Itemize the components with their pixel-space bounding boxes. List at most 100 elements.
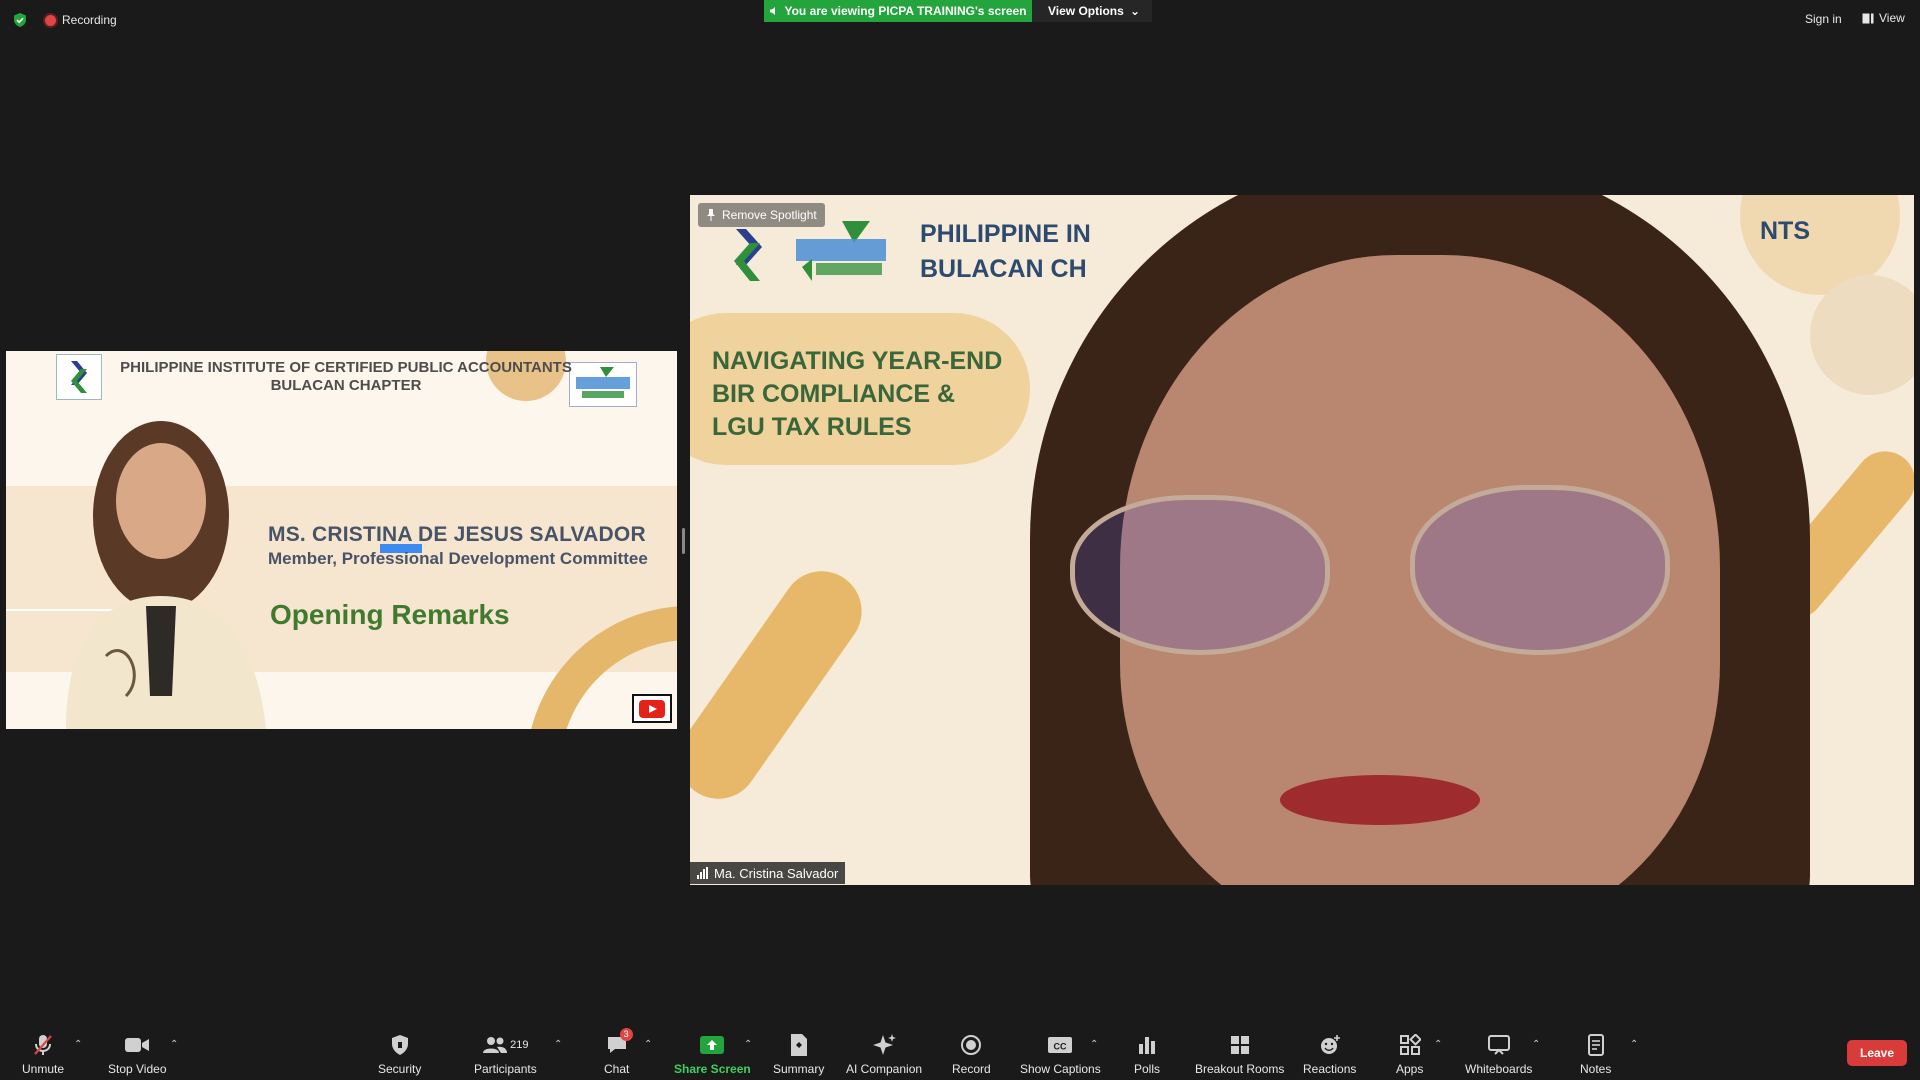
participant-name: Ma. Cristina Salvador	[714, 865, 839, 881]
slide-org-line2: BULACAN CHAPTER	[270, 377, 422, 394]
spotlight-video-tile[interactable]: PHILIPPINE IN BULACAN CH NTS NAVIGATING …	[690, 195, 1914, 885]
slide-segment-title: Opening Remarks	[270, 599, 510, 630]
audio-options-chevron-icon[interactable]: ⌃	[74, 1039, 82, 1050]
viewing-banner-text: You are viewing PICPA TRAINING's screen	[784, 4, 1027, 18]
participants-icon	[483, 1037, 508, 1053]
whiteboard-icon	[1487, 1032, 1511, 1058]
ai-companion-button[interactable]: AI Companion	[846, 1032, 922, 1076]
breakout-rooms-grid-icon	[1229, 1032, 1251, 1058]
unmute-label: Unmute	[22, 1062, 65, 1076]
reactions-smiley-icon	[1319, 1032, 1341, 1058]
sign-in-link[interactable]: Sign in	[1805, 12, 1842, 26]
chat-bubble-icon: 3	[606, 1028, 633, 1058]
polls-button[interactable]: Polls	[1134, 1032, 1160, 1076]
meeting-toolbar: Unmute ⌃ Stop Video ⌃ Security 219 Parti…	[0, 1020, 1920, 1080]
connection-signal-icon	[697, 867, 708, 879]
picpa-logo	[734, 229, 762, 281]
chevron-down-icon: ⌄	[1129, 4, 1140, 18]
record-label: Record	[952, 1062, 991, 1076]
notes-icon	[1586, 1032, 1606, 1058]
participants-button[interactable]: 219 Participants	[474, 1032, 537, 1076]
summary-document-icon	[789, 1032, 809, 1058]
viewing-screen-banner: You are viewing PICPA TRAINING's screen	[764, 0, 1032, 22]
video-options-chevron-icon[interactable]: ⌃	[170, 1039, 178, 1050]
pin-icon	[707, 209, 715, 221]
encryption-shield-icon[interactable]	[12, 12, 28, 28]
closed-captions-icon: CC	[1047, 1032, 1073, 1058]
slide-org-line1: PHILIPPINE INSTITUTE OF CERTIFIED PUBLIC…	[120, 359, 572, 376]
view-options-label: View Options	[1048, 4, 1124, 18]
ai-sparkle-icon	[871, 1032, 897, 1058]
whiteboards-label: Whiteboards	[1465, 1062, 1533, 1076]
apps-button[interactable]: Apps	[1396, 1032, 1423, 1076]
leave-button[interactable]: Leave	[1847, 1040, 1907, 1066]
show-captions-label: Show Captions	[1020, 1062, 1101, 1076]
participants-options-chevron-icon[interactable]: ⌃	[554, 1039, 562, 1050]
whiteboards-button[interactable]: Whiteboards	[1465, 1032, 1532, 1076]
chat-button[interactable]: 3 Chat	[604, 1028, 633, 1076]
speaker-icon	[770, 7, 776, 15]
view-options-dropdown[interactable]: View Options ⌄	[1032, 0, 1152, 22]
chat-options-chevron-icon[interactable]: ⌃	[644, 1039, 652, 1050]
top-bar: Recording You are viewing PICPA TRAINING…	[0, 0, 1920, 40]
video-title-line1: NAVIGATING YEAR-END	[712, 347, 1003, 375]
more-options-chevron-icon[interactable]: ⌃	[1630, 1039, 1638, 1050]
shared-screen-slide[interactable]: PHILIPPINE INSTITUTE OF CERTIFIED PUBLIC…	[6, 351, 677, 729]
recording-label: Recording	[62, 13, 117, 27]
remove-spotlight-button[interactable]: Remove Spotlight	[698, 203, 825, 227]
slide-speaker-name: MS. CRISTINA DE JESUS SALVADOR	[268, 523, 646, 546]
unmute-button[interactable]: Unmute	[22, 1032, 64, 1076]
reactions-button[interactable]: Reactions	[1303, 1032, 1356, 1076]
security-button[interactable]: Security	[378, 1032, 421, 1076]
share-screen-arrow-icon	[700, 1036, 725, 1054]
video-org-text: PHILIPPINE IN BULACAN CH	[920, 217, 1091, 287]
chat-label: Chat	[604, 1062, 630, 1076]
view-button[interactable]: View	[1862, 11, 1905, 25]
video-title-line2: BIR COMPLIANCE &	[712, 380, 956, 408]
share-screen-button[interactable]: Share Screen	[674, 1032, 751, 1076]
notes-label: Notes	[1580, 1062, 1612, 1076]
summary-label: Summary	[773, 1062, 825, 1076]
apps-options-chevron-icon[interactable]: ⌃	[1434, 1039, 1442, 1050]
stop-video-button[interactable]: Stop Video	[108, 1032, 167, 1076]
ai-companion-label: AI Companion	[846, 1062, 923, 1076]
reactions-label: Reactions	[1303, 1062, 1357, 1076]
apps-label: Apps	[1396, 1062, 1424, 1076]
breakout-rooms-button[interactable]: Breakout Rooms	[1195, 1032, 1284, 1076]
polls-bar-chart-icon	[1137, 1032, 1157, 1058]
split-view-resize-handle[interactable]	[682, 528, 685, 554]
participant-count: 219	[510, 1039, 529, 1051]
slide-org-title: PHILIPPINE INSTITUTE OF CERTIFIED PUBLIC…	[106, 359, 586, 395]
security-label: Security	[378, 1062, 422, 1076]
video-session-title: NAVIGATING YEAR-END BIR COMPLIANCE & LGU…	[712, 345, 1002, 444]
glasses-left-lens	[1070, 495, 1330, 655]
breakout-rooms-label: Breakout Rooms	[1195, 1062, 1285, 1076]
picpa-logo	[56, 354, 102, 400]
record-button[interactable]: Record	[952, 1032, 991, 1076]
glasses-right-lens	[1410, 485, 1670, 655]
share-options-chevron-icon[interactable]: ⌃	[744, 1039, 752, 1050]
svg-text:CC: CC	[1054, 1042, 1067, 1052]
view-label: View	[1879, 11, 1905, 25]
captions-options-chevron-icon[interactable]: ⌃	[1090, 1039, 1098, 1050]
video-org-line1-right: NTS	[1760, 217, 1810, 245]
show-captions-button[interactable]: CC Show Captions	[1020, 1032, 1101, 1076]
beyond-numbers-logo	[796, 221, 886, 281]
youtube-icon	[632, 694, 672, 723]
stop-video-label: Stop Video	[108, 1062, 167, 1076]
video-camera-icon	[124, 1032, 150, 1058]
apps-icon	[1399, 1032, 1421, 1058]
summary-button[interactable]: Summary	[773, 1032, 824, 1076]
participant-name-tag: Ma. Cristina Salvador	[690, 862, 846, 884]
recording-indicator[interactable]: Recording	[45, 13, 117, 27]
whiteboards-options-chevron-icon[interactable]: ⌃	[1532, 1039, 1540, 1050]
notes-button[interactable]: Notes	[1580, 1032, 1611, 1076]
polls-label: Polls	[1134, 1062, 1161, 1076]
video-title-line3: LGU TAX RULES	[712, 413, 912, 441]
participants-label: Participants	[474, 1062, 537, 1076]
share-screen-label: Share Screen	[674, 1062, 751, 1076]
microphone-muted-icon	[32, 1032, 54, 1058]
slide-speaker-role: Member, Professional Development Committ…	[268, 549, 648, 568]
remove-spotlight-label: Remove Spotlight	[722, 208, 817, 222]
video-org-line2: BULACAN CH	[920, 255, 1087, 283]
